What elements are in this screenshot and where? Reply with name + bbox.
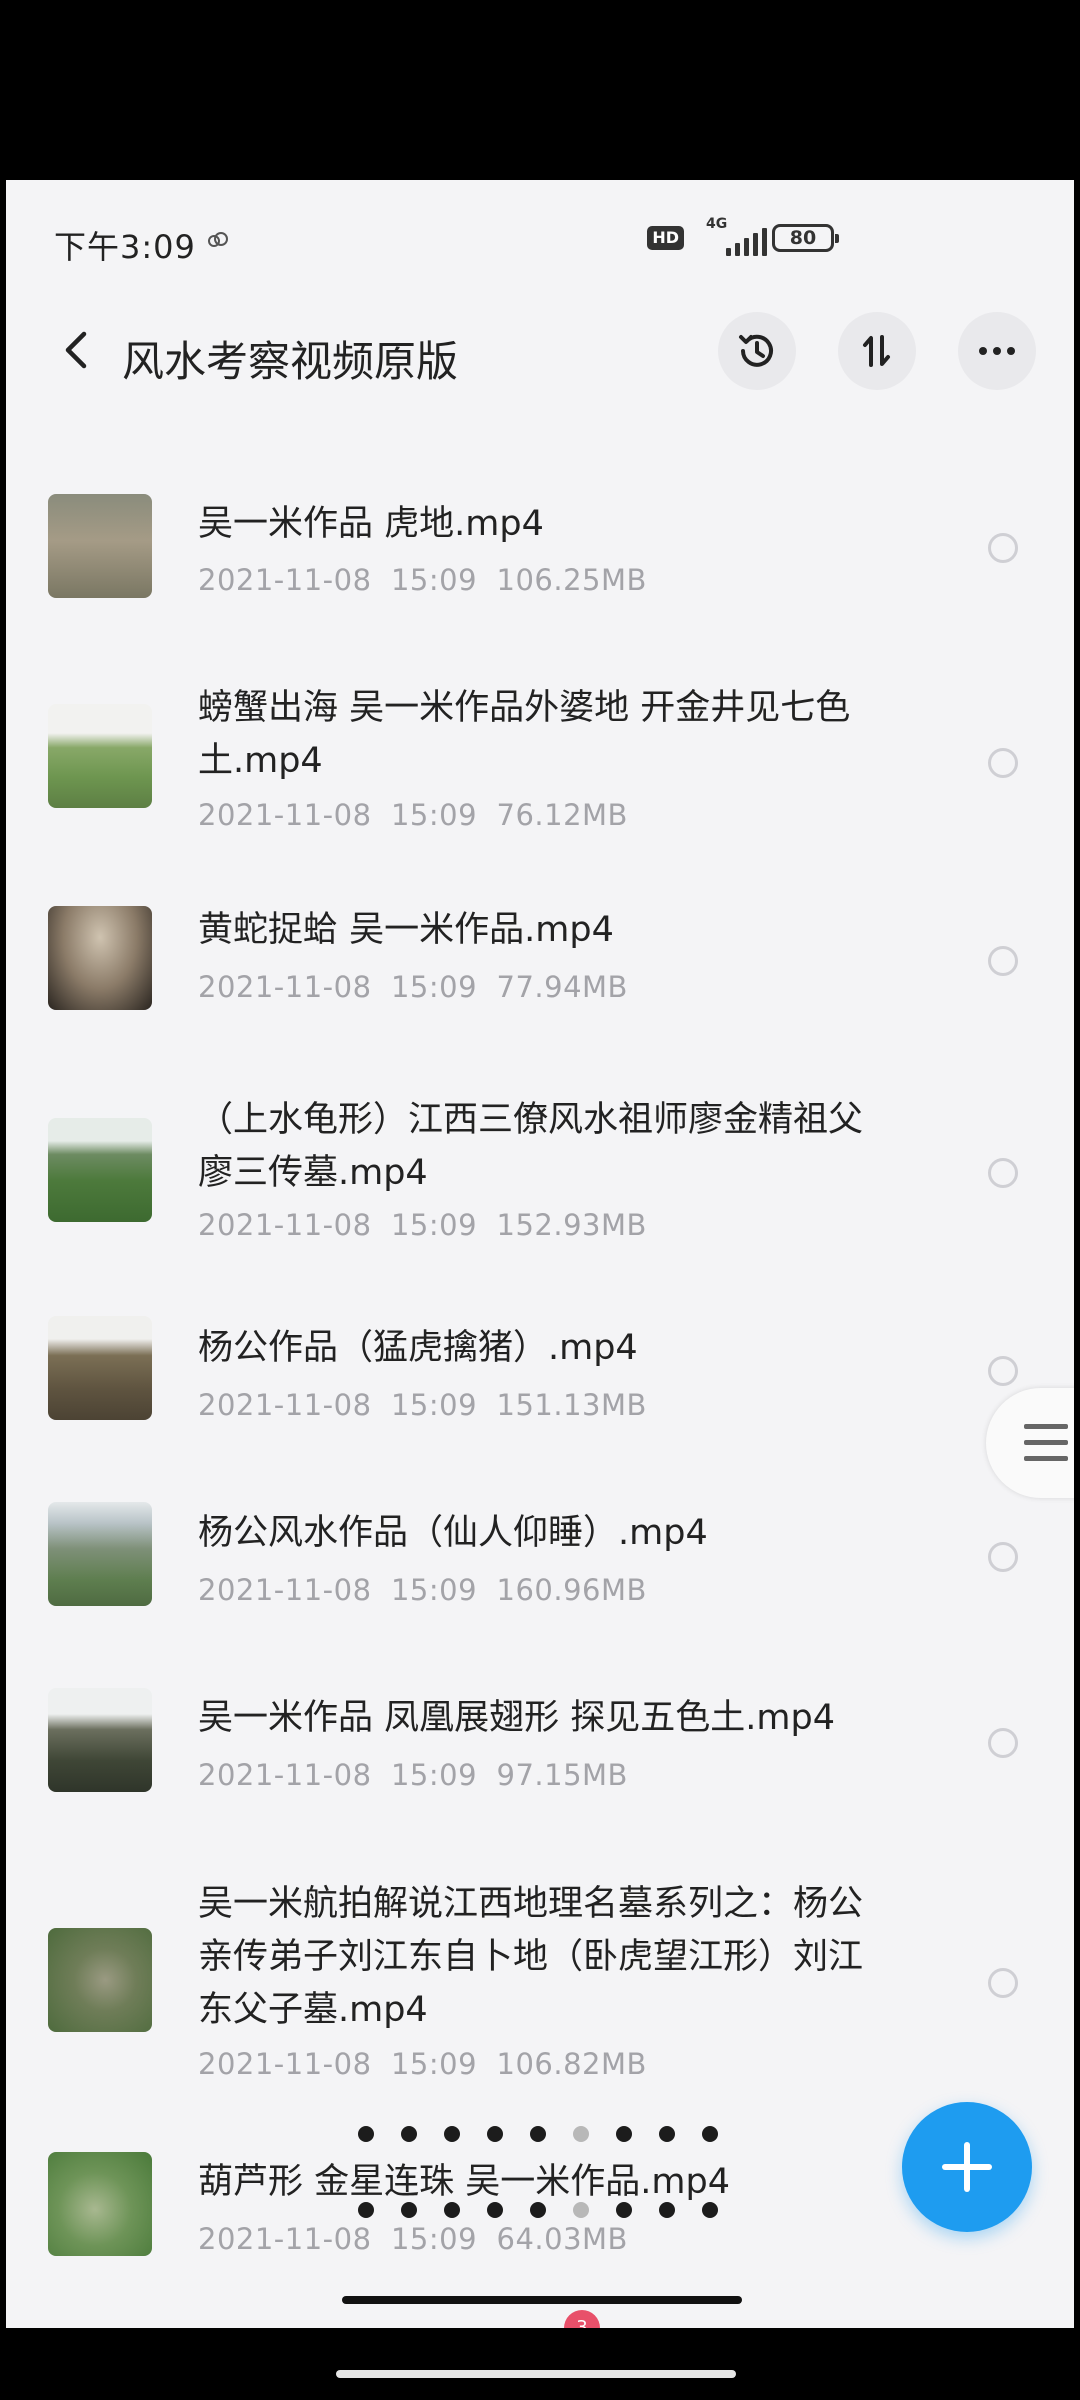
back-button[interactable] bbox=[46, 320, 106, 380]
file-name: 吴一米作品 虎地.mp4 bbox=[198, 504, 544, 544]
video-thumbnail bbox=[48, 2152, 152, 2256]
file-meta: 2021-11-08 15:09 77.94MB bbox=[198, 970, 628, 1004]
notification-badge: 3 bbox=[564, 2310, 600, 2328]
select-radio[interactable] bbox=[988, 1158, 1018, 1188]
video-thumbnail bbox=[48, 906, 152, 1010]
select-radio[interactable] bbox=[988, 1356, 1018, 1386]
plus-icon bbox=[942, 2142, 992, 2192]
network-type: 4G bbox=[706, 216, 728, 232]
select-radio[interactable] bbox=[988, 533, 1018, 563]
cloud-icon bbox=[208, 232, 228, 247]
battery-level: 80 bbox=[789, 227, 817, 249]
video-thumbnail bbox=[48, 1688, 152, 1792]
page-indicator bbox=[358, 2126, 718, 2142]
file-name: 吴一米作品 凤凰展翅形 探见五色土.mp4 bbox=[198, 1698, 835, 1738]
add-button[interactable] bbox=[902, 2102, 1032, 2232]
select-radio[interactable] bbox=[988, 946, 1018, 976]
status-bar: 下午3:09 HD 4G 80 bbox=[6, 180, 1074, 290]
select-radio[interactable] bbox=[988, 1728, 1018, 1758]
file-name: 螃蟹出海 吴一米作品外婆地 开金井见七色 土.mp4 bbox=[198, 688, 851, 781]
file-name: 杨公作品（猛虎擒猪）.mp4 bbox=[198, 1328, 638, 1368]
video-thumbnail bbox=[48, 1502, 152, 1606]
file-meta: 2021-11-08 15:09 64.03MB bbox=[198, 2222, 628, 2256]
select-radio[interactable] bbox=[988, 1542, 1018, 1572]
file-meta: 2021-11-08 15:09 76.12MB bbox=[198, 798, 628, 832]
signal-icon: 4G bbox=[698, 216, 767, 258]
side-menu-handle[interactable] bbox=[986, 1388, 1074, 1498]
file-meta: 2021-11-08 15:09 106.82MB bbox=[198, 2047, 647, 2081]
select-radio[interactable] bbox=[988, 1968, 1018, 1998]
file-meta: 2021-11-08 15:09 106.25MB bbox=[198, 563, 647, 597]
more-icon bbox=[979, 347, 1015, 355]
file-name: 黄蛇捉蛤 吴一米作品.mp4 bbox=[198, 910, 614, 950]
home-indicator[interactable] bbox=[336, 2370, 736, 2378]
more-button[interactable] bbox=[958, 312, 1036, 390]
page-indicator bbox=[358, 2202, 718, 2218]
select-radio[interactable] bbox=[988, 748, 1018, 778]
file-meta: 2021-11-08 15:09 160.96MB bbox=[198, 1573, 647, 1607]
file-meta: 2021-11-08 15:09 97.15MB bbox=[198, 1758, 628, 1792]
file-meta: 2021-11-08 15:09 151.13MB bbox=[198, 1388, 647, 1422]
sort-button[interactable] bbox=[838, 312, 916, 390]
file-name: 杨公风水作品（仙人仰睡）.mp4 bbox=[198, 1513, 708, 1553]
video-thumbnail bbox=[48, 704, 152, 808]
video-thumbnail bbox=[48, 1928, 152, 2032]
hd-badge: HD bbox=[647, 226, 684, 250]
file-name: 吴一米航拍解说江西地理名墓系列之：杨公 亲传弟子刘江东自卜地（卧虎望江形）刘江 … bbox=[198, 1884, 864, 2030]
home-indicator[interactable] bbox=[342, 2296, 742, 2304]
app-screen: 下午3:09 HD 4G 80 风水考察视频原版 吴一米作品 虎地.mp4 20… bbox=[6, 180, 1074, 2328]
header: 风水考察视频原版 bbox=[6, 290, 1074, 420]
history-button[interactable] bbox=[718, 312, 796, 390]
page-title: 风水考察视频原版 bbox=[122, 337, 459, 386]
status-time: 下午3:09 bbox=[54, 228, 196, 266]
file-meta: 2021-11-08 15:09 152.93MB bbox=[198, 1208, 647, 1242]
history-icon bbox=[739, 334, 773, 367]
file-name: （上水龟形）江西三僚风水祖师廖金精祖父 廖三传墓.mp4 bbox=[198, 1100, 864, 1193]
battery-icon: 80 bbox=[772, 224, 839, 252]
sort-icon bbox=[863, 335, 890, 367]
back-arrow-icon bbox=[65, 331, 87, 369]
video-thumbnail bbox=[48, 1316, 152, 1420]
video-thumbnail bbox=[48, 494, 152, 598]
video-thumbnail bbox=[48, 1118, 152, 1222]
status-indicators: HD 4G 80 bbox=[647, 216, 839, 258]
